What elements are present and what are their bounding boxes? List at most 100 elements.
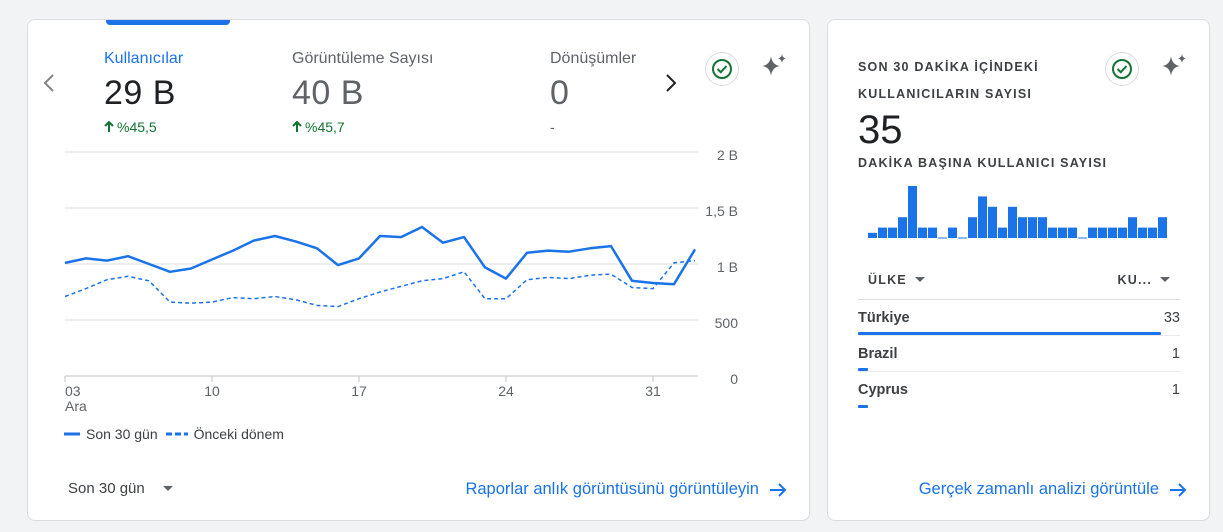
realtime-user-count: 35: [858, 108, 903, 152]
country-table-header: ÜLKE KU...: [858, 260, 1180, 300]
legend-label: Önceki dönem: [193, 426, 284, 442]
metric-change-value: %45,5: [117, 119, 157, 135]
arrow-right-icon: [1170, 482, 1187, 497]
arrow-right-icon: [770, 482, 787, 497]
sparkle-icon: [1162, 54, 1186, 76]
metric-change-value: -: [550, 119, 555, 135]
date-range-dropdown[interactable]: Son 30 gün: [68, 480, 173, 497]
country-share-bar: [858, 405, 868, 408]
users-line-chart: 2 B 1,5 B 1 B 500 0 03Ara 10 17 24 31: [64, 147, 739, 414]
date-range-label: Son 30 gün: [68, 480, 145, 497]
minute-bar: [1018, 217, 1027, 238]
country-table: ÜLKE KU... Türkiye 33 Brazil 1 Cyprus 1: [858, 260, 1180, 408]
metric-tab-users[interactable]: Kullanıcılar 29 B %45,5: [104, 50, 183, 135]
metric-label: Kullanıcılar: [104, 50, 184, 67]
caret-down-icon: [914, 277, 925, 282]
arrow-up-icon: [104, 121, 114, 132]
metric-value: 0: [550, 74, 570, 112]
y-tick-label: 1,5 B: [705, 203, 738, 219]
insight-status-button[interactable]: [704, 51, 740, 87]
country-column-sort[interactable]: ÜLKE: [868, 273, 925, 287]
metric-change: %45,5: [104, 119, 183, 135]
per-minute-bar-chart: [868, 186, 1167, 239]
metric-value: 40 B: [292, 74, 364, 112]
link-label: Raporlar anlık görüntüsünü görüntüleyin: [465, 480, 759, 498]
minute-bar: [1068, 227, 1077, 238]
realtime-sparkle-button[interactable]: [1156, 49, 1192, 85]
minute-bar: [1118, 227, 1127, 238]
country-row: Cyprus 1: [858, 372, 1180, 408]
chevron-left-icon: [43, 74, 54, 92]
chevron-right-icon: [666, 74, 677, 92]
minute-bar: [928, 227, 937, 238]
metric-label: Dönüşümler: [550, 50, 637, 67]
country-name: Türkiye: [858, 309, 910, 326]
minute-bar: [1128, 217, 1137, 238]
overview-card: Kullanıcılar 29 B %45,5 Görüntüleme Sayı…: [27, 19, 810, 521]
metric-value: 29 B: [104, 74, 176, 112]
country-share-bar: [858, 368, 868, 371]
view-reports-snapshot-link[interactable]: Raporlar anlık görüntüsünü görüntüleyin: [465, 480, 787, 499]
realtime-title: SON 30 DAKİKA İÇİNDEKİ KULLANICILARIN SA…: [858, 60, 1039, 101]
column-label: ÜLKE: [868, 272, 907, 287]
dashed-line-swatch: [165, 432, 188, 436]
caret-down-icon: [1160, 277, 1170, 282]
minute-bar: [878, 227, 887, 238]
minute-bar: [968, 217, 977, 238]
country-share-bar: [858, 332, 1161, 335]
minute-bar: [998, 227, 1007, 238]
minute-bar: [908, 186, 917, 238]
y-tick-label: 0: [730, 371, 738, 387]
minute-bar: [1098, 227, 1107, 238]
metric-label: Görüntüleme Sayısı: [292, 50, 434, 67]
minute-bar: [1108, 227, 1117, 238]
minute-bar: [918, 227, 927, 238]
country-user-count: 1: [1171, 345, 1180, 362]
users-column-sort[interactable]: KU...: [1118, 273, 1170, 287]
x-tick-label: 10: [204, 383, 220, 399]
x-tick-label: 24: [498, 383, 514, 399]
next-metrics-button[interactable]: [659, 71, 683, 95]
per-minute-title: DAKİKA BAŞINA KULLANICI SAYISI: [858, 156, 1108, 170]
x-tick-label: 31: [645, 383, 661, 399]
minute-bar: [988, 206, 997, 238]
country-row: Türkiye 33: [858, 300, 1180, 336]
minute-bar: [1028, 217, 1037, 238]
minute-bar: [898, 217, 907, 238]
country-user-count: 1: [1171, 382, 1180, 398]
realtime-status-button[interactable]: [1104, 51, 1140, 87]
minute-bar: [1008, 206, 1017, 238]
insights-sparkle-button[interactable]: [756, 49, 792, 85]
metric-change: -: [550, 119, 636, 135]
legend-label: Son 30 gün: [86, 426, 158, 442]
minute-bar: [1048, 227, 1057, 238]
legend-item-current: Son 30 gün: [64, 426, 158, 442]
chart-legend: Son 30 gün Önceki dönem: [64, 426, 284, 442]
realtime-card: SON 30 DAKİKA İÇİNDEKİ KULLANICILARIN SA…: [827, 19, 1210, 521]
minute-bar: [1038, 217, 1047, 238]
previous-metrics-button[interactable]: [37, 71, 61, 95]
y-tick-label: 2 B: [717, 147, 738, 163]
country-user-count: 33: [1163, 309, 1180, 326]
arrow-up-icon: [292, 121, 302, 132]
column-label: KU...: [1117, 272, 1152, 287]
series-line-current: [64, 225, 697, 286]
minute-bar: [1158, 217, 1167, 238]
solid-line-swatch: [64, 432, 80, 436]
minute-bar: [948, 227, 957, 238]
country-row: Brazil 1: [858, 336, 1180, 372]
metric-tab-conversions[interactable]: Dönüşümler 0 -: [550, 50, 636, 135]
caret-down-icon: [162, 486, 173, 491]
check-circle-icon: [712, 59, 732, 79]
minute-bar: [868, 232, 877, 238]
minute-bar: [1088, 227, 1097, 238]
minute-bar: [1148, 227, 1157, 238]
minute-bar: [978, 196, 987, 238]
x-tick-label: 17: [351, 383, 367, 399]
tab-indicator: [106, 20, 230, 25]
y-tick-label: 500: [715, 315, 739, 331]
x-tick-sublabel: Ara: [65, 398, 87, 414]
metric-tab-views[interactable]: Görüntüleme Sayısı 40 B %45,7: [292, 50, 433, 135]
view-realtime-link[interactable]: Gerçek zamanlı analizi görüntüle: [919, 480, 1187, 499]
metric-change: %45,7: [292, 119, 433, 135]
